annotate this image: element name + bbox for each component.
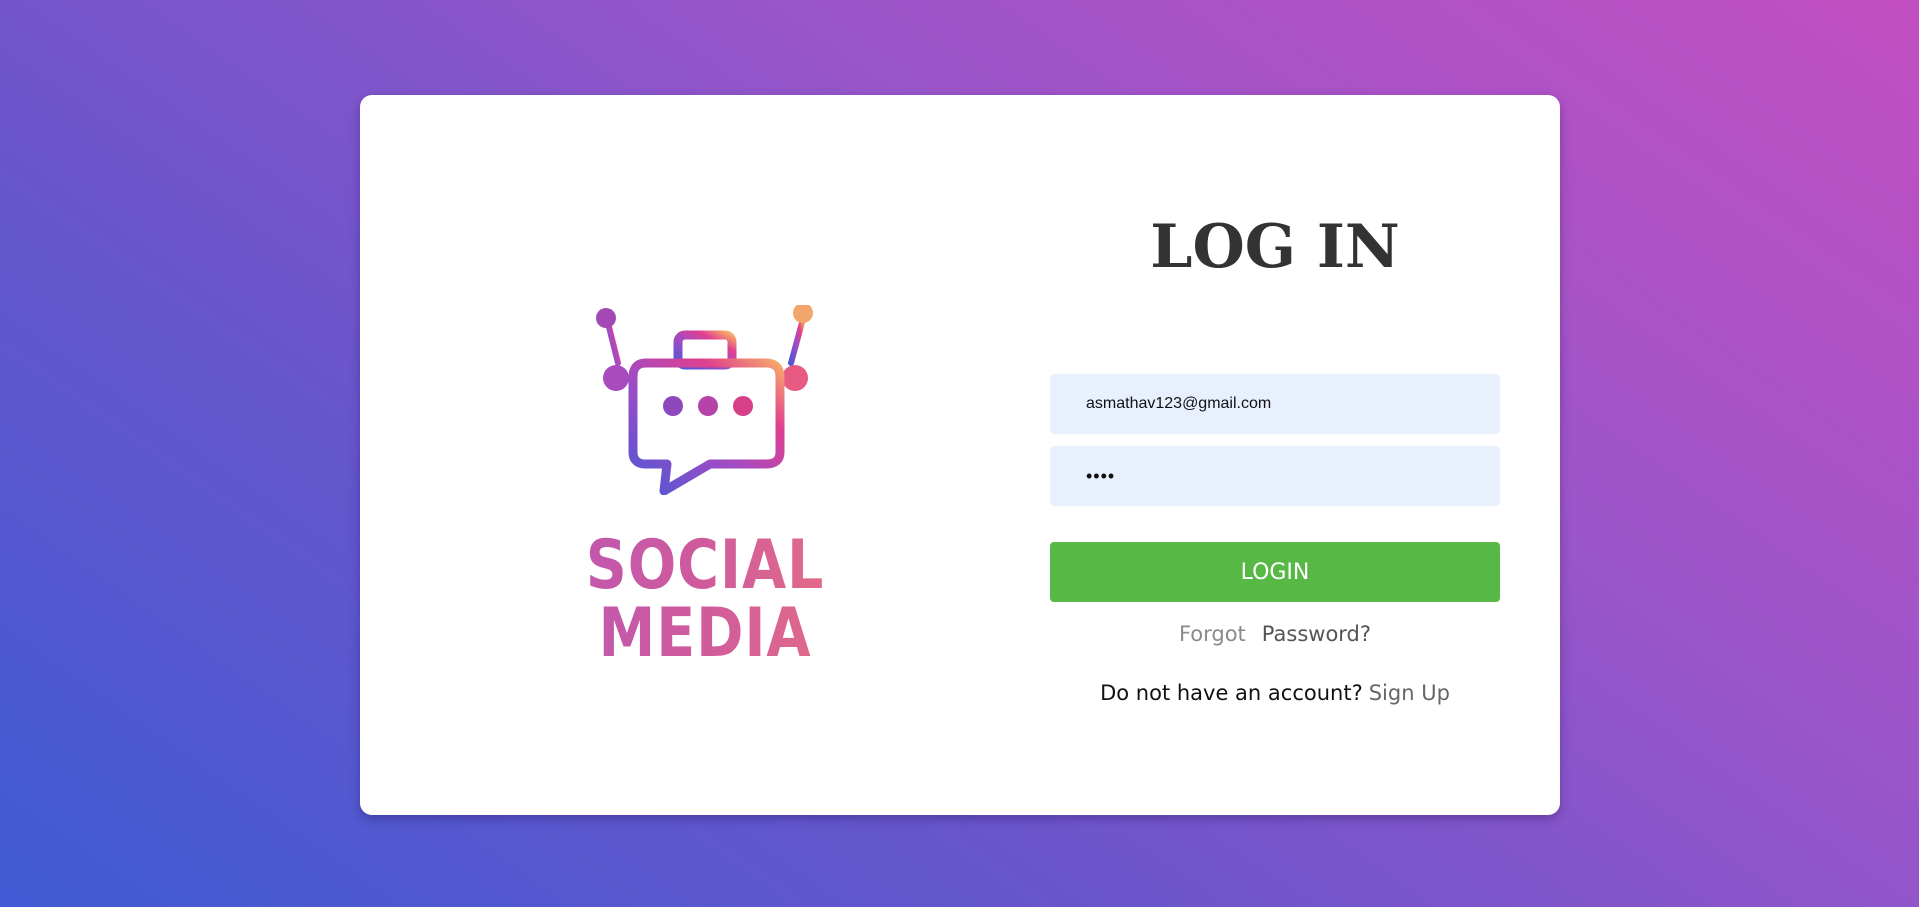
signup-prompt-line: Do not have an account? Sign Up: [1050, 679, 1500, 708]
signup-prompt: Do not have an account?: [1100, 681, 1363, 705]
page-title: LOG IN: [1150, 212, 1400, 282]
email-field[interactable]: [1050, 374, 1500, 434]
brand-logo: SOCIAL MEDIA: [470, 305, 940, 668]
brand-name: SOCIAL MEDIA: [508, 532, 903, 668]
forgot-word: Forgot: [1178, 622, 1246, 646]
login-card: SOCIAL MEDIA LOG IN LOGIN Forgot Password…: [360, 95, 1560, 815]
login-button[interactable]: LOGIN: [1050, 542, 1500, 602]
login-form: LOG IN LOGIN Forgot Password? Do not have…: [1050, 95, 1500, 815]
forgot-password-link-text[interactable]: Forgot Password?: [1179, 622, 1371, 646]
password-word: Password?: [1261, 622, 1372, 646]
signup-link[interactable]: Sign Up: [1369, 681, 1450, 705]
robot-chat-bubble-icon: [596, 305, 813, 495]
password-field[interactable]: [1050, 446, 1500, 506]
forgot-password-link[interactable]: Forgot Password?: [1050, 620, 1500, 649]
